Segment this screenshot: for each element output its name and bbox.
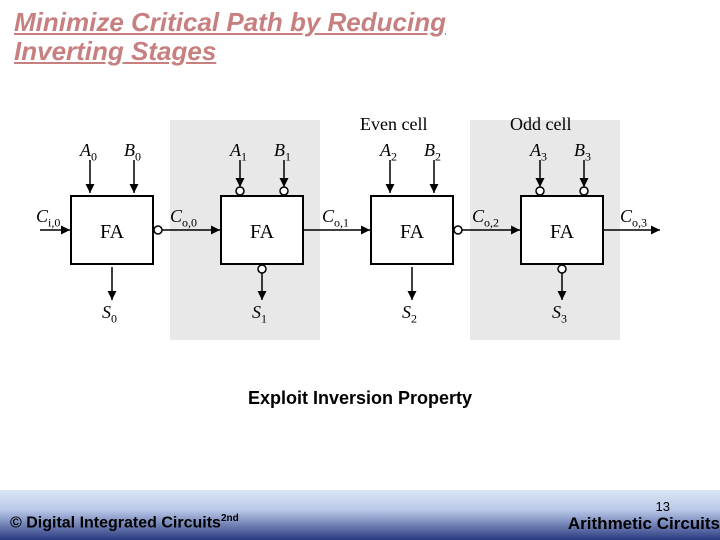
signal-co1: Co,1: [322, 206, 349, 231]
fa-label: FA: [400, 221, 424, 243]
footer-copyright: © Digital Integrated Circuits2nd: [10, 513, 239, 532]
fa-label: FA: [550, 221, 574, 243]
signal-a1: A1: [230, 140, 247, 165]
footer-page-number: 13: [656, 499, 670, 514]
fa-cell-1: FA: [220, 195, 304, 265]
signal-b3: B3: [574, 140, 591, 165]
fa-label: FA: [250, 221, 274, 243]
signal-a3: A3: [530, 140, 547, 165]
signal-co0: Co,0: [170, 206, 197, 231]
fa-cell-3: FA: [520, 195, 604, 265]
fa-label: FA: [100, 221, 124, 243]
diagram-caption: Exploit Inversion Property: [0, 388, 720, 409]
slide-title: Minimize Critical Path by Reducing Inver…: [0, 0, 720, 69]
signal-b1: B1: [274, 140, 291, 165]
signal-a0: A0: [80, 140, 97, 165]
fa-cell-2: FA: [370, 195, 454, 265]
signal-b2: B2: [424, 140, 441, 165]
signal-co3: Co,3: [620, 206, 647, 231]
signal-s2: S2: [402, 302, 417, 327]
circuit-diagram: Even cell Odd cell: [40, 120, 680, 340]
slide-footer: © Digital Integrated Circuits2nd 13 Arit…: [0, 490, 720, 540]
title-line1: Minimize Critical Path by Reducing: [14, 7, 446, 37]
signal-s0: S0: [102, 302, 117, 327]
fa-cell-0: FA: [70, 195, 154, 265]
signal-cin: Ci,0: [36, 206, 60, 231]
signal-a2: A2: [380, 140, 397, 165]
signal-s3: S3: [552, 302, 567, 327]
signal-co2: Co,2: [472, 206, 499, 231]
signal-s1: S1: [252, 302, 267, 327]
footer-topic: Arithmetic Circuits: [568, 514, 720, 534]
title-line2: Inverting Stages: [14, 36, 216, 66]
signal-b0: B0: [124, 140, 141, 165]
